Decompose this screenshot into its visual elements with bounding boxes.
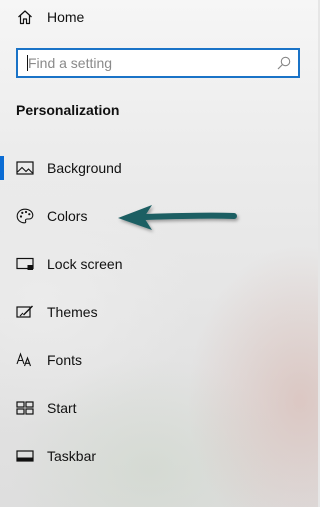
nav-item-label: Fonts — [47, 352, 83, 368]
nav-item-lock-screen[interactable]: Lock screen — [0, 244, 318, 284]
pointer-arrow-icon — [118, 205, 237, 230]
section-title: Personalization — [16, 102, 120, 118]
nav-item-label: Background — [47, 160, 122, 176]
search-box[interactable] — [16, 48, 300, 78]
search-icon[interactable] — [276, 55, 292, 71]
nav-item-label: Start — [47, 400, 77, 416]
home-label: Home — [47, 9, 85, 25]
nav-item-taskbar[interactable]: Taskbar — [0, 436, 318, 476]
search-input[interactable] — [18, 50, 268, 76]
nav-item-label: Taskbar — [47, 448, 97, 464]
lock-screen-icon — [16, 256, 34, 272]
fonts-icon — [16, 352, 34, 368]
nav-item-label: Lock screen — [47, 256, 123, 272]
nav-item-fonts[interactable]: Fonts — [0, 340, 318, 380]
picture-icon — [16, 160, 34, 176]
nav-item-themes[interactable]: Themes — [0, 292, 318, 332]
nav-item-label: Colors — [47, 208, 88, 224]
nav-item-label: Themes — [47, 304, 98, 320]
palette-icon — [16, 208, 34, 224]
themes-icon — [16, 304, 34, 320]
settings-nav-pane: Home Personalization Background — [0, 0, 318, 507]
taskbar-icon — [16, 448, 34, 464]
home-nav-item[interactable]: Home — [0, 0, 318, 37]
start-icon — [16, 400, 34, 416]
nav-item-background[interactable]: Background — [0, 148, 318, 188]
home-icon — [16, 9, 34, 25]
text-caret — [27, 55, 28, 71]
nav-item-start[interactable]: Start — [0, 388, 318, 428]
